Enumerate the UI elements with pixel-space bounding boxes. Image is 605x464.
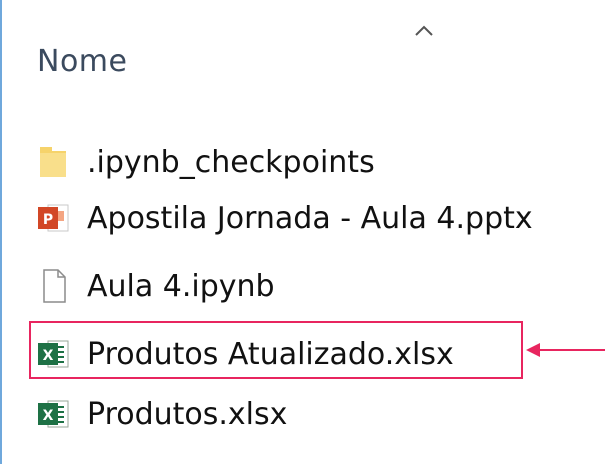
blank-file-icon — [35, 266, 71, 306]
file-row-apostila-pptx[interactable]: P Apostila Jornada - Aula 4.pptx — [35, 194, 533, 242]
file-name: Aula 4.ipynb — [87, 268, 275, 304]
file-name: Produtos.xlsx — [87, 396, 288, 432]
column-header-name[interactable]: Nome — [37, 44, 127, 79]
svg-text:P: P — [43, 212, 53, 228]
powerpoint-icon: P — [35, 198, 71, 238]
svg-text:X: X — [43, 408, 54, 424]
chevron-up-icon[interactable] — [412, 22, 436, 38]
file-name: Apostila Jornada - Aula 4.pptx — [87, 200, 533, 236]
file-row-produtos-xlsx[interactable]: X Produtos.xlsx — [35, 390, 287, 438]
folder-icon — [35, 142, 71, 182]
file-row-aula-ipynb[interactable]: Aula 4.ipynb — [35, 262, 275, 310]
file-explorer-pane: Nome .ipynb_checkpoints P Apostila Jorna… — [0, 0, 605, 464]
left-arrow-icon — [526, 343, 605, 357]
excel-icon: X — [35, 394, 71, 434]
file-name: .ipynb_checkpoints — [87, 144, 375, 180]
highlight-box — [29, 321, 523, 379]
file-row-ipynb-checkpoints[interactable]: .ipynb_checkpoints — [35, 138, 375, 186]
